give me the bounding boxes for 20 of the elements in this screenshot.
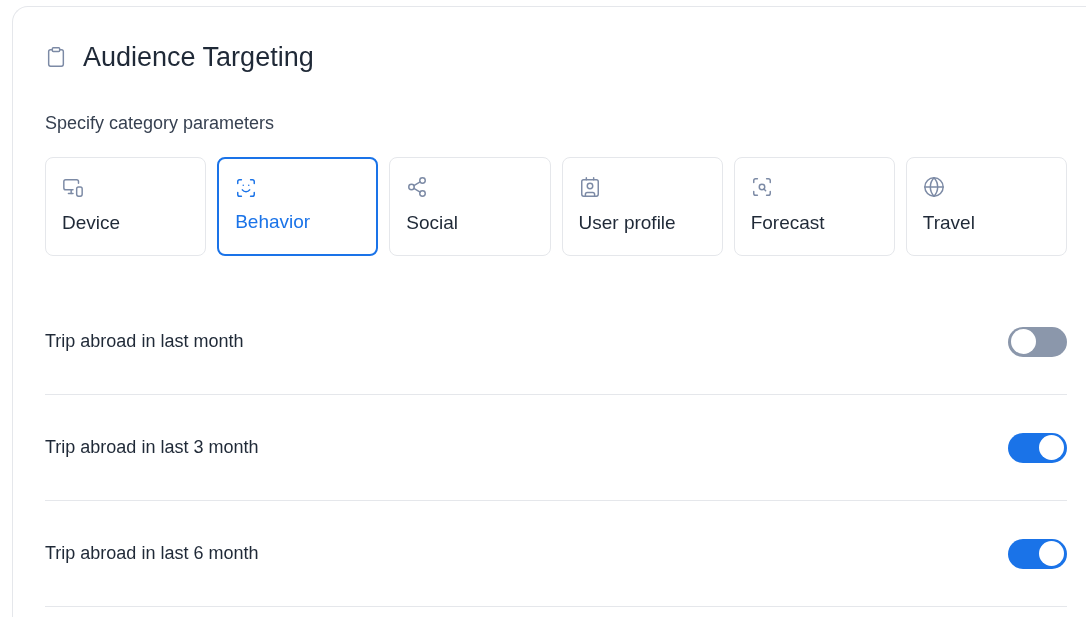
subtitle: Specify category parameters <box>45 112 276 135</box>
globe-icon <box>922 176 945 198</box>
scan-person-icon <box>235 177 258 199</box>
monitor-phone-icon <box>62 176 84 198</box>
category-tab[interactable]: Travel <box>905 157 1067 256</box>
id-badge-icon <box>578 176 601 198</box>
category-tab[interactable]: Social <box>389 157 551 256</box>
option-label: Trip abroad in last 3 month <box>45 436 259 459</box>
option-label: Trip abroad in last month <box>45 330 244 353</box>
category-tab[interactable]: User profile <box>561 157 723 256</box>
category-tab[interactable]: Behavior <box>217 157 379 256</box>
category-tab[interactable]: Device <box>45 157 207 256</box>
option-label: Trip abroad in last 6 month <box>45 542 259 565</box>
category-tab[interactable]: Forecast <box>733 157 895 256</box>
section-title: Audience Targeting <box>83 40 314 74</box>
toggle-switch[interactable] <box>1008 326 1067 357</box>
toggle-switch[interactable] <box>1008 432 1067 463</box>
share-icon <box>406 176 429 198</box>
clipboard-icon <box>45 46 67 68</box>
toggle-switch[interactable] <box>1008 538 1067 569</box>
